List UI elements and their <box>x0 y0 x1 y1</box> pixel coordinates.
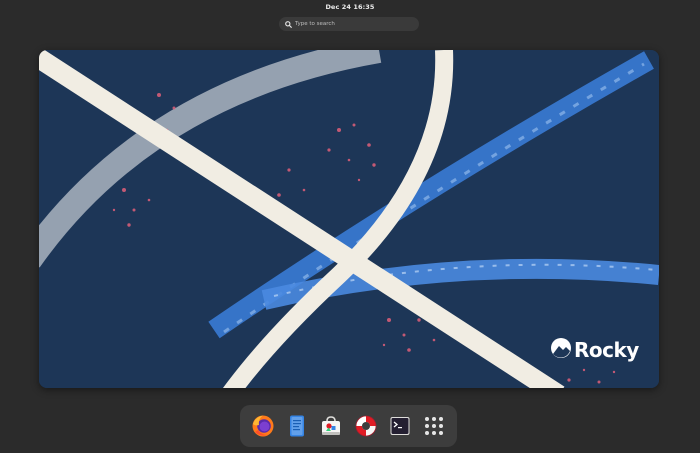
help-lifebuoy-icon <box>355 415 376 437</box>
dock <box>240 405 457 447</box>
search-input[interactable] <box>292 21 413 27</box>
rocky-logo-icon <box>551 338 571 362</box>
rocky-logo: Rocky <box>551 338 639 362</box>
software-icon <box>322 416 341 435</box>
dock-firefox[interactable] <box>249 412 277 440</box>
dock-text-editor[interactable] <box>283 412 311 440</box>
workspace-thumbnail[interactable]: Rocky <box>39 50 659 388</box>
dock-software[interactable] <box>317 412 345 440</box>
clock[interactable]: Dec 24 16:35 <box>325 3 374 11</box>
terminal-icon <box>390 417 410 435</box>
search-icon <box>285 20 292 28</box>
dock-terminal[interactable] <box>386 412 414 440</box>
dock-show-applications[interactable] <box>420 412 448 440</box>
top-bar: Dec 24 16:35 <box>0 0 700 12</box>
dock-help[interactable] <box>352 412 380 440</box>
app-grid-icon <box>424 417 443 435</box>
rocky-logo-text: Rocky <box>574 338 639 362</box>
firefox-icon <box>252 415 274 437</box>
search-bar[interactable] <box>279 17 419 31</box>
text-editor-icon <box>290 415 305 437</box>
